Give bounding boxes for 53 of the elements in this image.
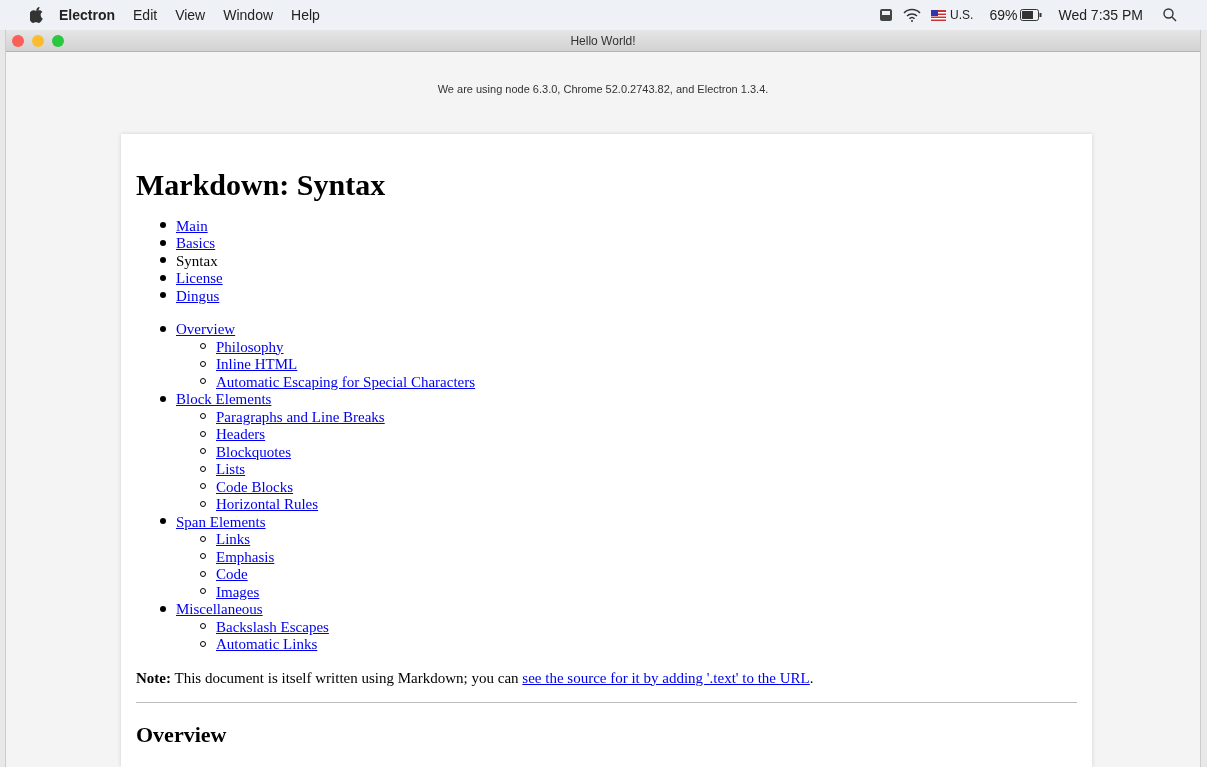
nav-link[interactable]: Basics: [176, 235, 216, 253]
link[interactable]: Headers: [216, 426, 266, 444]
window-title: Hello World!: [570, 32, 636, 50]
link[interactable]: Automatic Links: [216, 636, 318, 654]
bullet-icon: [160, 395, 166, 402]
document-title: Markdown: Syntax: [136, 166, 387, 203]
input-source-label[interactable]: U.S.: [950, 6, 974, 24]
link[interactable]: Backslash Escapes: [216, 618, 329, 636]
bullet-icon: [160, 605, 166, 612]
link[interactable]: Lists: [216, 461, 246, 479]
link[interactable]: Code: [216, 566, 248, 584]
link[interactable]: Philosophy: [216, 338, 284, 356]
note-paragraph: Note: This document is itself written using Markdown; you can see the source for it by adding '.text' to the URL.: [136, 669, 815, 687]
bullet-icon: [160, 325, 166, 332]
tray-icon[interactable]: [879, 8, 894, 22]
link[interactable]: Automatic Escaping for Special Characters: [216, 373, 476, 391]
bullet-icon: [160, 274, 166, 281]
link[interactable]: Horizontal Rules: [216, 496, 319, 514]
link[interactable]: Images: [216, 583, 260, 601]
menu-item[interactable]: Edit: [133, 4, 158, 26]
link[interactable]: Links: [216, 531, 251, 549]
section-heading: Overview: [136, 722, 228, 748]
nav-link[interactable]: Dingus: [176, 287, 220, 305]
flag-icon[interactable]: [931, 9, 947, 21]
current-page-label: Syntax: [176, 252, 218, 270]
link[interactable]: Block Elements: [176, 391, 272, 409]
bullet-icon: [160, 222, 166, 229]
bullet-icon: [160, 518, 166, 525]
bullet-icon: [160, 239, 166, 246]
menu-item[interactable]: Window: [223, 4, 274, 26]
menu-item[interactable]: View: [175, 4, 206, 26]
bullet-icon: [160, 292, 166, 299]
search-icon[interactable]: [1163, 8, 1177, 22]
app-menu[interactable]: Electron: [59, 4, 115, 26]
link[interactable]: Paragraphs and Line Breaks: [216, 408, 385, 426]
bullet-icon: [160, 257, 166, 264]
link[interactable]: Span Elements: [176, 513, 266, 531]
nav-link[interactable]: License: [176, 270, 223, 288]
link[interactable]: Blockquotes: [216, 443, 291, 461]
link[interactable]: Miscellaneous: [176, 601, 263, 619]
clock[interactable]: Wed 7:35 PM: [1058, 4, 1143, 26]
link[interactable]: Emphasis: [216, 548, 275, 566]
versions-text: We are using node 6.3.0, Chrome 52.0.2743.82, and Electron 1.3.4.: [436, 82, 770, 97]
nav-link[interactable]: Main: [176, 217, 208, 235]
link[interactable]: Inline HTML: [216, 356, 298, 374]
battery-percent[interactable]: 69%: [989, 4, 1018, 26]
battery-icon[interactable]: [1020, 9, 1043, 21]
link[interactable]: Overview: [176, 321, 236, 339]
wifi-icon[interactable]: [903, 8, 922, 22]
apple-logo-icon[interactable]: [30, 7, 44, 23]
menu-item[interactable]: Help: [291, 4, 320, 26]
link[interactable]: see the source for it by adding '.text' to the URL: [522, 669, 810, 686]
link[interactable]: Code Blocks: [216, 478, 294, 496]
